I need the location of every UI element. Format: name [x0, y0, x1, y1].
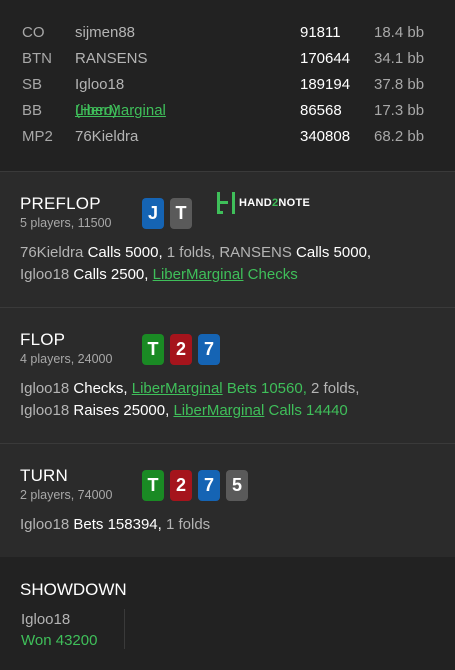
player-row[interactable]: SB Igloo18 189194 37.8 bb	[0, 72, 455, 98]
players-table: CO sijmen88 91811 18.4 bb BTN RANSENS 17…	[0, 0, 455, 172]
player-row[interactable]: MP2 76Kieldra 340808 68.2 bb	[0, 124, 455, 150]
player-position: CO	[22, 24, 45, 41]
card-clubs: T	[142, 470, 164, 501]
card-hearts: 2	[170, 470, 192, 501]
action-line: Igloo18 Checks, LiberMarginal Bets 10560…	[20, 378, 359, 400]
board-cards: T 2 7	[142, 334, 220, 365]
player-position: BB	[22, 102, 43, 119]
hero-tag: (Hero)	[75, 102, 118, 119]
action-verb: Calls 2500,	[73, 266, 149, 283]
action-folds: 2 folds,	[311, 380, 360, 397]
player-name: sijmen88	[75, 24, 136, 41]
card-hearts: 2	[170, 334, 192, 365]
player-stack: 170644	[300, 50, 351, 67]
player-stack: 86568	[300, 102, 342, 119]
hand2note-logo-icon	[217, 192, 235, 214]
player-stack: 340808	[300, 128, 351, 145]
action-line: Igloo18 Calls 2500, LiberMarginal Checks	[20, 264, 298, 286]
action-player: Igloo18	[20, 266, 70, 283]
action-folds: 1 folds	[165, 516, 211, 533]
player-position: MP2	[22, 128, 53, 145]
hero-action: Bets 10560,	[226, 380, 307, 397]
player-stack-bb: 68.2 bb	[374, 128, 425, 145]
action-verb: Calls 5000,	[87, 244, 163, 261]
card-clubs: T	[142, 334, 164, 365]
hero-name-link[interactable]: LiberMarginal	[132, 380, 223, 397]
showdown-title: SHOWDOWN	[20, 580, 127, 599]
street-title: FLOP	[20, 330, 66, 349]
player-row[interactable]: BTN RANSENS 170644 34.1 bb	[0, 46, 455, 72]
hero-action: Calls 14440	[268, 402, 348, 419]
card-spades: T	[170, 198, 192, 229]
card-diamonds: 7	[198, 470, 220, 501]
street-title: PREFLOP	[20, 194, 101, 213]
card-spades: 5	[226, 470, 248, 501]
showdown-result: Won 43200	[21, 632, 98, 649]
player-stack-bb: 34.1 bb	[374, 50, 425, 67]
card-diamonds: 7	[198, 334, 220, 365]
street-turn: TURN 2 players, 74000 T 2 7 5 Igloo18 Be…	[0, 444, 455, 557]
hero-action: Checks	[247, 266, 298, 283]
hero-name-link[interactable]: LiberMarginal	[153, 266, 244, 283]
showdown-player: Igloo18	[21, 611, 71, 628]
hand2note-logo: HAND2NOTE	[217, 192, 310, 214]
player-stack: 91811	[300, 24, 341, 41]
hero-name-link[interactable]: LiberMarginal	[173, 402, 264, 419]
action-line: Igloo18 Raises 25000, LiberMarginal Call…	[20, 400, 348, 422]
player-position: BTN	[22, 50, 52, 67]
action-verb: Raises 25000,	[73, 402, 170, 419]
hand2note-logo-text: HAND2NOTE	[239, 197, 311, 209]
player-row-hero[interactable]: BB LiberMarginal (Hero) 86568 17.3 bb	[0, 98, 455, 124]
player-stack: 189194	[300, 76, 351, 93]
action-player: Igloo18	[20, 516, 70, 533]
player-row[interactable]: CO sijmen88 91811 18.4 bb	[0, 20, 455, 46]
action-player: 76Kieldra	[20, 244, 84, 261]
divider	[124, 609, 125, 649]
player-stack-bb: 18.4 bb	[374, 24, 425, 41]
player-name: 76Kieldra	[75, 128, 139, 145]
action-line: Igloo18 Bets 158394, 1 folds	[20, 514, 210, 536]
street-flop: FLOP 4 players, 24000 T 2 7 Igloo18 Chec…	[0, 308, 455, 444]
street-title: TURN	[20, 466, 69, 485]
action-player: Igloo18	[20, 380, 70, 397]
action-verb: Checks,	[73, 380, 128, 397]
action-folds: 1 folds,	[166, 244, 216, 261]
action-line: 76Kieldra Calls 5000, 1 folds, RANSENS C…	[20, 242, 371, 264]
player-name: RANSENS	[75, 50, 148, 67]
action-verb: Calls 5000,	[296, 244, 372, 261]
showdown-section: SHOWDOWN Igloo18 Won 43200	[0, 557, 455, 670]
street-subtitle: 4 players, 24000	[20, 352, 113, 366]
player-stack-bb: 17.3 bb	[374, 102, 425, 119]
player-position: SB	[22, 76, 43, 93]
hand-history-panel: CO sijmen88 91811 18.4 bb BTN RANSENS 17…	[0, 0, 455, 670]
board-cards: T 2 7 5	[142, 470, 248, 501]
action-player: RANSENS	[219, 244, 292, 261]
street-subtitle: 5 players, 11500	[20, 216, 112, 230]
action-verb: Bets 158394,	[73, 516, 162, 533]
street-subtitle: 2 players, 74000	[20, 488, 113, 502]
action-player: Igloo18	[20, 402, 70, 419]
hole-cards: J T	[142, 198, 192, 229]
player-name: Igloo18	[75, 76, 125, 93]
player-stack-bb: 37.8 bb	[374, 76, 425, 93]
card-diamonds: J	[142, 198, 164, 229]
